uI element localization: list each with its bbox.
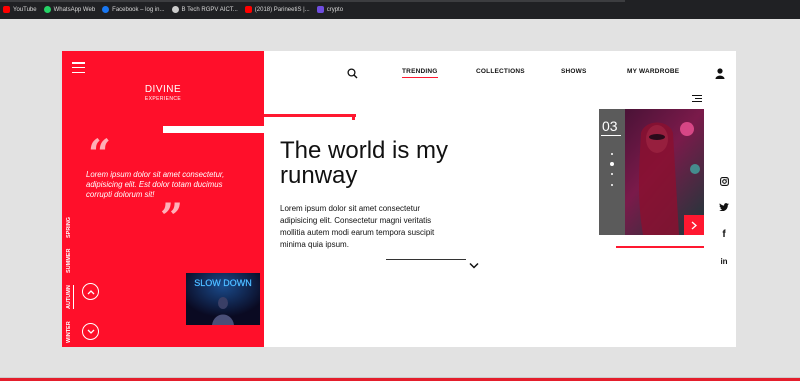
slide-dot-1[interactable]	[611, 153, 613, 155]
scroll-up-button[interactable]	[82, 283, 99, 300]
neon-sign-image: SLOW DOWN	[186, 273, 260, 325]
season-summer[interactable]: SUMMER	[66, 249, 72, 273]
user-icon	[715, 68, 725, 79]
brand-subtitle: EXPERIENCE	[144, 96, 182, 102]
chevron-up-icon	[87, 289, 94, 294]
hero-body-text: Lorem ipsum dolor sit amet consectetur a…	[280, 204, 435, 249]
chevron-down-icon	[87, 329, 94, 334]
bookmark-parineeti[interactable]: (2018) ParineetiS |...	[244, 6, 310, 13]
scroll-down-button[interactable]	[82, 323, 99, 340]
crypto-icon	[316, 6, 324, 13]
side-menu-icon[interactable]	[692, 95, 702, 102]
brand-title: DIVINE	[144, 84, 182, 95]
next-slide-button[interactable]	[684, 215, 704, 235]
nav-collections[interactable]: COLLECTIONS	[476, 68, 525, 75]
chevron-right-icon	[691, 221, 697, 229]
chevron-down-icon	[469, 262, 479, 269]
bookmark-facebook[interactable]: Facebook – log in...	[102, 6, 165, 13]
site-icon	[171, 6, 179, 13]
bookmarks-bar: YouTube WhatsApp Web Facebook – log in..…	[0, 0, 800, 19]
close-quote-icon: ”	[160, 195, 184, 242]
bookmark-crypto[interactable]: crypto	[316, 6, 343, 13]
whatsapp-icon	[43, 6, 51, 13]
feature-slider: 03	[599, 109, 704, 235]
instagram-icon[interactable]	[718, 175, 730, 187]
slide-dot-3[interactable]	[611, 173, 613, 175]
season-selector: SPRING SUMMER AUTUMN WINTER	[66, 211, 78, 345]
slide-number-underline	[601, 135, 621, 136]
linkedin-icon[interactable]: in	[718, 255, 730, 267]
scroll-down-arrow[interactable]	[469, 256, 479, 274]
nav-trending[interactable]: TRENDING	[402, 68, 438, 78]
decorative-bar	[163, 126, 350, 133]
facebook-icon	[102, 6, 110, 13]
brand-logo[interactable]: DIVINE EXPERIENCE	[134, 84, 192, 102]
red-side-panel: DIVINE EXPERIENCE “ Lorem ipsum dolor si…	[62, 51, 264, 347]
search-button[interactable]	[347, 66, 358, 84]
accent-bar-end	[352, 114, 355, 120]
hamburger-menu-icon[interactable]	[72, 62, 85, 73]
scroll-divider	[386, 259, 466, 260]
hero-headline: The world is my runway	[280, 137, 449, 189]
neon-sign-text: SLOW DOWN	[194, 278, 252, 288]
season-autumn[interactable]: AUTUMN	[66, 285, 72, 309]
search-icon	[347, 68, 358, 79]
facebook-icon[interactable]: f	[718, 228, 730, 240]
feature-underline	[616, 246, 704, 248]
nav-my-wardrobe[interactable]: MY WARDROBE	[627, 68, 679, 75]
youtube-icon	[244, 6, 252, 13]
slide-number: 03	[602, 118, 618, 134]
account-button[interactable]	[715, 66, 725, 84]
twitter-icon[interactable]	[718, 201, 730, 213]
season-winter[interactable]: WINTER	[66, 321, 72, 343]
open-quote-icon: “	[88, 131, 112, 178]
season-spring[interactable]: SPRING	[66, 217, 72, 238]
tab-strip-edge	[0, 0, 625, 2]
nav-shows[interactable]: SHOWS	[561, 68, 587, 75]
neon-sign-thumbnail[interactable]: SLOW DOWN	[186, 273, 260, 325]
youtube-icon	[3, 6, 10, 13]
accent-bar	[264, 114, 356, 117]
bookmark-btech[interactable]: B Tech RGPV AICT...	[171, 6, 238, 13]
slide-dot-2[interactable]	[610, 162, 614, 166]
slide-dot-4[interactable]	[611, 184, 613, 186]
bookmark-youtube[interactable]: YouTube	[3, 6, 37, 13]
hero-card: DIVINE EXPERIENCE “ Lorem ipsum dolor si…	[62, 51, 736, 347]
bookmark-whatsapp[interactable]: WhatsApp Web	[43, 6, 95, 13]
